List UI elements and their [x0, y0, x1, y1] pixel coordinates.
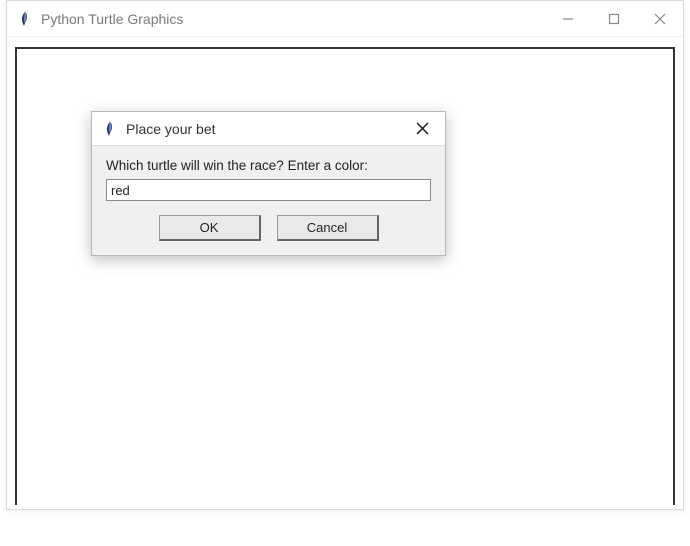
close-button[interactable] [637, 1, 683, 37]
main-titlebar[interactable]: Python Turtle Graphics [7, 1, 683, 37]
feather-icon [102, 121, 118, 137]
bet-dialog: Place your bet Which turtle will win the… [91, 111, 446, 256]
maximize-button[interactable] [591, 1, 637, 37]
window-controls [545, 1, 683, 36]
dialog-body: Which turtle will win the race? Enter a … [92, 146, 445, 255]
dialog-title: Place your bet [126, 121, 399, 137]
feather-icon [17, 11, 33, 27]
main-window: Python Turtle Graphics Place your bet [6, 0, 684, 510]
minimize-button[interactable] [545, 1, 591, 37]
dialog-prompt: Which turtle will win the race? Enter a … [106, 158, 431, 173]
cancel-button[interactable]: Cancel [277, 215, 379, 241]
dialog-close-button[interactable] [399, 112, 445, 146]
window-title: Python Turtle Graphics [41, 11, 545, 27]
color-input[interactable] [106, 179, 431, 201]
dialog-titlebar[interactable]: Place your bet [92, 112, 445, 146]
ok-button[interactable]: OK [159, 215, 261, 241]
dialog-button-row: OK Cancel [106, 215, 431, 241]
